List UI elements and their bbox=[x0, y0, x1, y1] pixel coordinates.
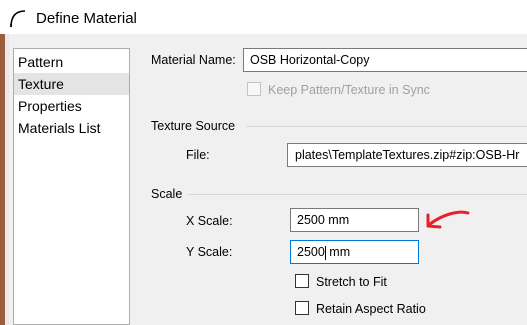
x-scale-input[interactable]: 2500 mm bbox=[290, 208, 419, 232]
stretch-to-fit-checkbox[interactable] bbox=[295, 274, 309, 288]
retain-aspect-ratio-checkbox[interactable] bbox=[295, 301, 309, 315]
window-title: Define Material bbox=[36, 10, 137, 27]
keep-in-sync-label: Keep Pattern/Texture in Sync bbox=[268, 83, 430, 97]
file-path-input[interactable]: plates\TemplateTextures.zip#zip:OSB-Hr bbox=[287, 143, 527, 167]
texture-source-heading: Texture Source bbox=[151, 119, 236, 133]
category-list[interactable]: Pattern Texture Properties Materials Lis… bbox=[13, 48, 130, 325]
y-scale-label: Y Scale: bbox=[186, 245, 233, 259]
stretch-to-fit-label: Stretch to Fit bbox=[316, 275, 387, 289]
keep-in-sync-checkbox[interactable] bbox=[247, 82, 261, 96]
retain-aspect-ratio-label: Retain Aspect Ratio bbox=[316, 302, 426, 316]
nav-item-pattern[interactable]: Pattern bbox=[14, 51, 129, 73]
background-window-edge-border bbox=[5, 34, 9, 325]
app-arc-icon bbox=[10, 10, 26, 28]
title-bar: Define Material bbox=[0, 0, 527, 34]
nav-item-materials-list[interactable]: Materials List bbox=[14, 117, 129, 139]
material-name-input[interactable]: OSB Horizontal-Copy bbox=[243, 48, 527, 72]
annotation-arrow-icon bbox=[426, 210, 470, 229]
texture-source-divider bbox=[246, 126, 527, 127]
y-scale-input[interactable]: 2500 mm bbox=[290, 240, 419, 264]
scale-divider bbox=[188, 194, 527, 195]
file-label: File: bbox=[186, 148, 210, 162]
material-name-label: Material Name: bbox=[151, 53, 236, 67]
nav-item-properties[interactable]: Properties bbox=[14, 95, 129, 117]
y-scale-value-before-caret: 2500 bbox=[297, 245, 325, 259]
y-scale-value-after-caret: mm bbox=[325, 245, 351, 259]
nav-item-texture[interactable]: Texture bbox=[14, 73, 129, 95]
x-scale-label: X Scale: bbox=[186, 214, 233, 228]
scale-heading: Scale bbox=[151, 187, 183, 201]
